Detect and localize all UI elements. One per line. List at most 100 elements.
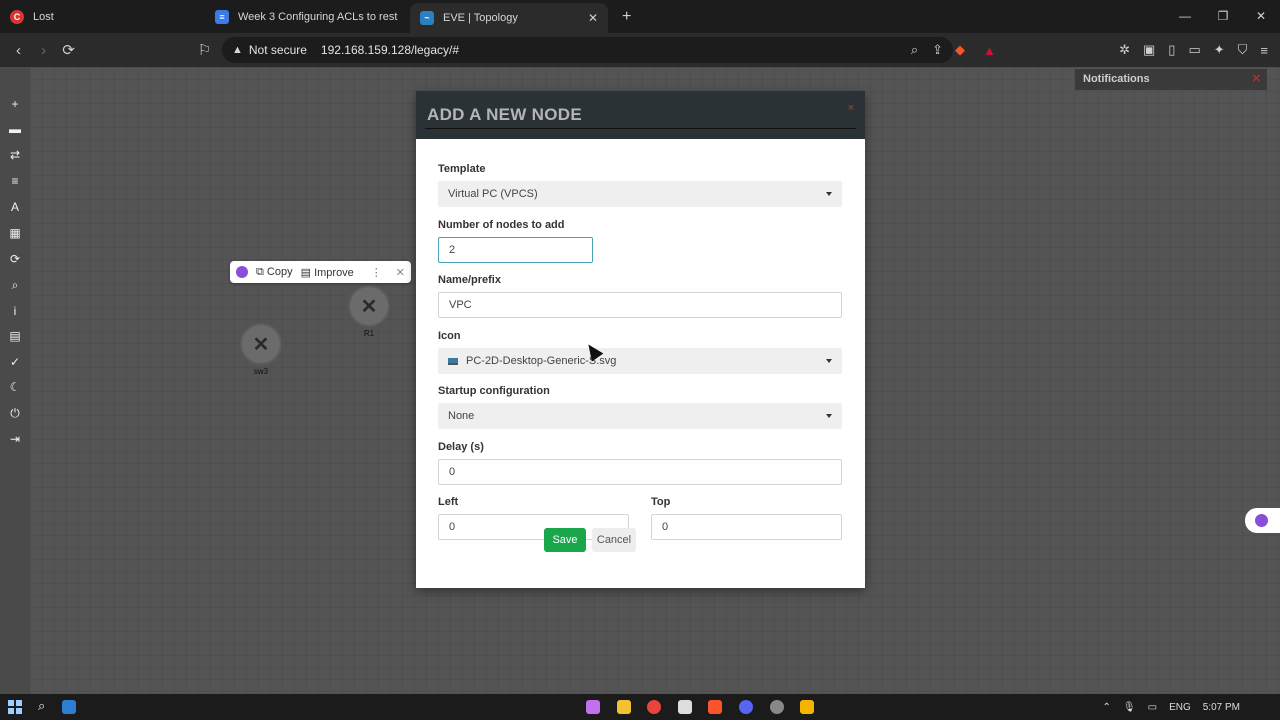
security-status: Not secure [248, 43, 307, 57]
language-indicator[interactable]: ENG [1169, 702, 1191, 713]
clock[interactable]: 5:07 PM [1203, 702, 1240, 713]
toolbar-right: ◆ ▲ ✲ ▣ ▯ ▭ ✦ ⛉ ≡ [955, 33, 1268, 67]
system-tray: ⌃ 🎙 ▭ ENG 5:07 PM [1103, 694, 1280, 720]
dialog-header: ADD A NEW NODE × [416, 91, 865, 139]
extensions-icon[interactable]: ✲ [1119, 42, 1130, 58]
new-tab-button[interactable]: + [622, 8, 631, 26]
nodes-icon[interactable]: ▬ [7, 121, 23, 137]
forward-icon[interactable]: › [31, 42, 56, 59]
logout-icon[interactable]: ⇥ [7, 431, 23, 447]
window-controls: — ❐ ✕ [1166, 0, 1280, 33]
icon-label: Icon [438, 330, 461, 342]
calculator-icon[interactable] [678, 700, 692, 714]
count-input[interactable]: 2 [438, 237, 593, 263]
microphone-icon[interactable]: 🎙 [1123, 702, 1136, 713]
improve-button[interactable]: ▤ Improve [301, 266, 354, 279]
discord-icon[interactable] [739, 700, 753, 714]
minimize-button[interactable]: — [1166, 0, 1204, 33]
startup-field: Startup configuration None [438, 385, 842, 429]
address-bar[interactable]: ▲ Not secure 192.168.159.128/legacy/# ⌕ … [222, 37, 953, 63]
ai-side-button[interactable] [1245, 508, 1280, 533]
save-button[interactable]: Save [544, 528, 586, 552]
windows-start-icon[interactable] [8, 700, 22, 714]
vpn-icon[interactable]: ⛉ [1238, 42, 1248, 58]
warning-icon: ▲ [232, 44, 243, 56]
ai-icon[interactable]: ✦ [1214, 42, 1225, 58]
task-view-icon[interactable] [62, 700, 76, 714]
menu-icon[interactable]: ≡ [1260, 43, 1268, 58]
page: + ▬ ⇄ ≡ A ▦ ⟳ ⌕ i ▤ ✓ ☾ ⏻ ⇥ ✕ R1 ✕ sw3 ⧉ Copy ▤ Impro… [0, 67, 1280, 694]
url-text[interactable]: 192.168.159.128/legacy/# [321, 43, 459, 57]
notifications-panel: Notifications ✕ [1075, 69, 1267, 90]
c-app-icon: C [10, 9, 24, 24]
close-icon[interactable]: ✕ [396, 266, 405, 279]
icon-field: Icon PC-2D-Desktop-Generic-S.svg [438, 330, 842, 374]
startup-label: Startup configuration [438, 385, 550, 397]
icon-select[interactable]: PC-2D-Desktop-Generic-S.svg [438, 348, 842, 374]
info-icon[interactable]: i [7, 303, 23, 319]
close-icon[interactable]: ✕ [1252, 72, 1261, 85]
power-icon[interactable]: ⏻ [7, 405, 23, 421]
bookmark-icon[interactable]: ⚐ [192, 41, 217, 59]
template-select[interactable]: Virtual PC (VPCS) [438, 181, 842, 207]
top-input[interactable]: 0 [651, 514, 842, 540]
tab-title: Week 3 Configuring ACLs to restrict a [238, 10, 398, 23]
tab-close-icon[interactable]: ✕ [588, 11, 598, 25]
name-field: Name/prefix VPC [438, 274, 842, 318]
chevron-up-icon[interactable]: ⌃ [1103, 702, 1111, 713]
text-icon[interactable]: A [7, 199, 23, 215]
reload-icon[interactable]: ⟳ [56, 41, 81, 59]
vmware-icon[interactable] [770, 700, 784, 714]
tab-eve[interactable]: ~ EVE | Topology ✕ [410, 3, 608, 33]
add-icon[interactable]: + [7, 96, 23, 112]
brave-rewards-icon[interactable]: ▲ [983, 43, 996, 58]
search-icon[interactable]: ⌕ [38, 698, 45, 714]
copilot-icon[interactable] [586, 700, 600, 714]
cancel-button[interactable]: Cancel [592, 528, 636, 552]
wallet-icon[interactable]: ▭ [1188, 42, 1200, 58]
list-icon[interactable]: ≡ [7, 173, 23, 189]
networks-icon[interactable]: ⇄ [7, 147, 23, 163]
delay-field: Delay (s) 0 [438, 441, 842, 485]
sidebar-icon[interactable]: ▯ [1168, 42, 1175, 58]
zoom-icon[interactable]: ⌕ [7, 277, 23, 293]
close-window-button[interactable]: ✕ [1242, 0, 1280, 33]
tab-docs[interactable]: ≡ Week 3 Configuring ACLs to restrict a [205, 0, 410, 33]
brave-shield-icon[interactable]: ◆ [955, 42, 965, 58]
share-icon[interactable]: ⇪ [932, 42, 943, 58]
close-icon[interactable]: × [848, 102, 854, 114]
node-r1[interactable]: ✕ R1 [348, 285, 390, 338]
check-icon[interactable]: ✓ [7, 354, 23, 370]
doc-icon[interactable]: ▤ [7, 328, 23, 344]
moon-icon[interactable]: ☾ [7, 379, 23, 395]
switch-icon: ✕ [240, 323, 282, 365]
file-explorer-icon[interactable] [617, 700, 631, 714]
left-toolbar: + ▬ ⇄ ≡ A ▦ ⟳ ⌕ i ▤ ✓ ☾ ⏻ ⇥ [0, 67, 30, 694]
divider [425, 128, 856, 129]
grid-icon[interactable]: ▦ [7, 225, 23, 241]
brave-icon[interactable] [708, 700, 722, 714]
delay-input[interactable]: 0 [438, 459, 842, 485]
taskbar: ⌕ ⌃ 🎙 ▭ ENG 5:07 PM [0, 694, 1280, 720]
restore-button[interactable]: ❐ [1204, 0, 1242, 33]
back-icon[interactable]: ‹ [6, 42, 31, 59]
dialog-title: ADD A NEW NODE [427, 105, 582, 124]
top-label: Top [651, 496, 671, 508]
more-icon[interactable]: ⋮ [371, 266, 382, 279]
chrome-icon[interactable] [647, 700, 661, 714]
delay-label: Delay (s) [438, 441, 484, 453]
caret-down-icon [826, 414, 832, 418]
node-sw3[interactable]: ✕ sw3 [240, 323, 282, 376]
copy-button[interactable]: ⧉ Copy [256, 266, 293, 279]
refresh-icon[interactable]: ⟳ [7, 251, 23, 267]
screenshot-icon[interactable]: ▣ [1143, 42, 1155, 58]
eve-icon: ~ [420, 11, 434, 25]
zoom-icon[interactable]: ⌕ [911, 42, 918, 58]
name-label: Name/prefix [438, 274, 501, 286]
tab-lost[interactable]: C Lost [0, 0, 205, 33]
tab-strip: C Lost ≡ Week 3 Configuring ACLs to rest… [0, 0, 1280, 33]
name-input[interactable]: VPC [438, 292, 842, 318]
display-icon[interactable]: ▭ [1148, 702, 1157, 713]
startup-select[interactable]: None [438, 403, 842, 429]
putty-icon[interactable] [800, 700, 814, 714]
